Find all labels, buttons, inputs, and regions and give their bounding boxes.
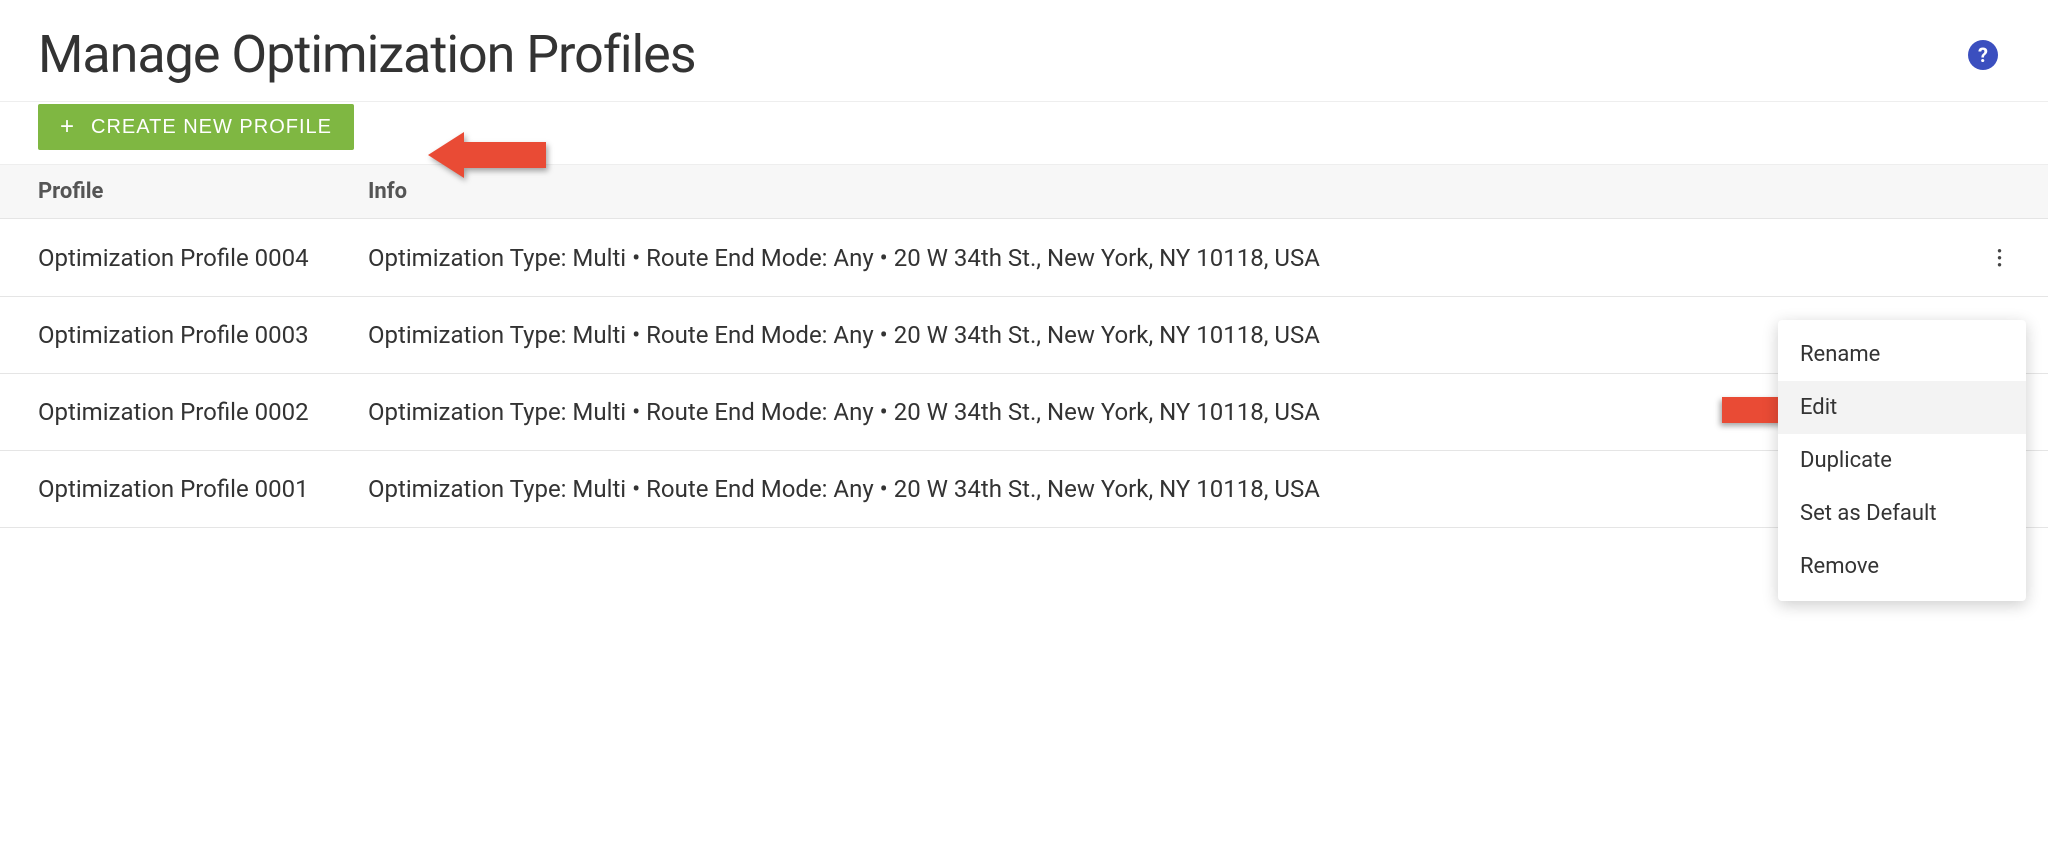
profile-name: Optimization Profile 0003 xyxy=(38,321,368,349)
profile-name: Optimization Profile 0004 xyxy=(38,244,368,272)
profile-info: Optimization Type: Multi • Route End Mod… xyxy=(368,398,1950,426)
table-header: Profile Info xyxy=(0,165,2048,219)
menu-item-rename[interactable]: Rename xyxy=(1778,328,2026,381)
profile-info: Optimization Type: Multi • Route End Mod… xyxy=(368,244,1950,272)
page-header: Manage Optimization Profiles ? xyxy=(0,0,2048,101)
profile-name: Optimization Profile 0002 xyxy=(38,398,368,426)
profile-name: Optimization Profile 0001 xyxy=(38,475,368,503)
context-menu: Rename Edit Duplicate Set as Default Rem… xyxy=(1778,320,2026,601)
menu-item-set-default[interactable]: Set as Default xyxy=(1778,487,2026,540)
column-header-actions xyxy=(1950,179,2010,204)
menu-item-remove[interactable]: Remove xyxy=(1778,540,2026,593)
page-title: Manage Optimization Profiles xyxy=(38,24,696,85)
menu-item-duplicate[interactable]: Duplicate xyxy=(1778,434,2026,487)
column-header-info: Info xyxy=(368,179,1950,204)
menu-item-edit[interactable]: Edit xyxy=(1778,381,2026,434)
profile-info: Optimization Type: Multi • Route End Mod… xyxy=(368,475,1867,503)
annotation-arrow-icon xyxy=(428,130,548,180)
table-row: Optimization Profile 0003 Optimization T… xyxy=(0,297,2048,374)
column-header-profile: Profile xyxy=(38,179,368,204)
table-row: Optimization Profile 0004 Optimization T… xyxy=(0,219,2048,297)
create-new-profile-button[interactable]: + CREATE NEW PROFILE xyxy=(38,104,354,150)
table-row: Optimization Profile 0001 Optimization T… xyxy=(0,451,2048,528)
kebab-menu-icon[interactable]: ●●● xyxy=(1950,243,2010,272)
profile-info-wrapper: Optimization Type: Multi • Route End Mod… xyxy=(368,475,1950,503)
help-icon[interactable]: ? xyxy=(1968,40,1998,70)
create-button-label: CREATE NEW PROFILE xyxy=(91,116,332,139)
toolbar: + CREATE NEW PROFILE xyxy=(0,101,2048,165)
plus-icon: + xyxy=(60,115,75,139)
profile-info: Optimization Type: Multi • Route End Mod… xyxy=(368,321,1950,349)
